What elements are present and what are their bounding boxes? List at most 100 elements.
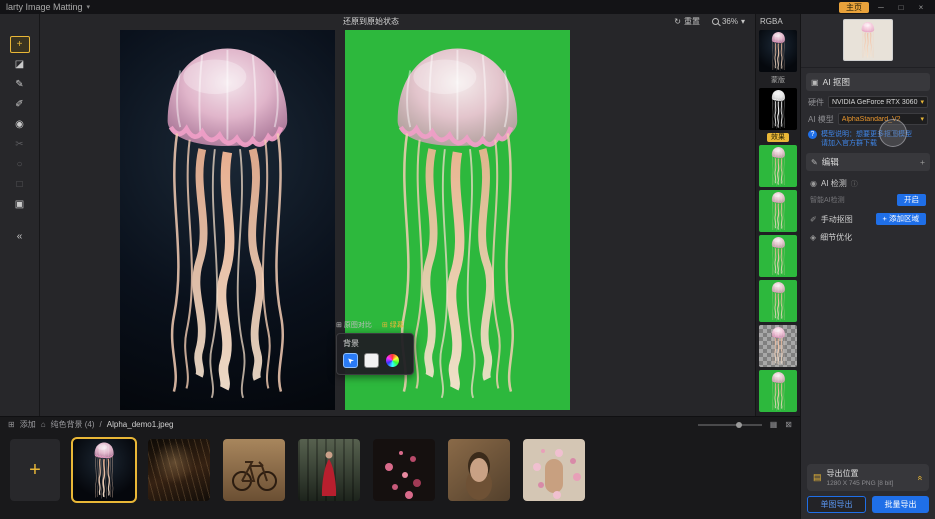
add-region-button[interactable]: + 添加区域	[876, 213, 926, 225]
tool-sidebar: + ◪ ✎ ✐ ◉ ✂ ○ □ ▣ «	[0, 14, 40, 416]
jellyfish-preview-art	[858, 21, 878, 59]
hardware-label: 硬件	[808, 97, 824, 108]
collapse-toolbar-icon[interactable]: «	[10, 228, 30, 245]
zoom-caret-icon: ▾	[741, 17, 745, 26]
hardware-select[interactable]: NVIDIA GeForce RTX 3060 ▾	[828, 96, 928, 108]
original-image[interactable]	[120, 30, 335, 410]
background-picker: ⊞ 原图对比 ⊞ 绿幕 背景 ➤	[336, 320, 414, 375]
preview-section	[801, 14, 935, 68]
watermark-logo: ◐	[879, 119, 907, 147]
layout-toggle-icon[interactable]: ▦	[770, 420, 778, 429]
tab-compare-original[interactable]: ⊞ 原图对比	[336, 320, 372, 330]
result-thumbnail[interactable]	[759, 370, 797, 412]
color-wheel-swatch[interactable]	[385, 353, 400, 368]
result-thumbnail[interactable]	[759, 190, 797, 232]
filmstrip-thumb-jellyfish[interactable]	[73, 439, 135, 501]
eyedropper-tool-icon[interactable]: ◉	[10, 116, 30, 133]
selection-preview-thumbnail[interactable]	[843, 19, 893, 61]
folder-icon: ▤	[813, 472, 822, 483]
filmstrip-thumb-woman-flowers-dark[interactable]	[373, 439, 435, 501]
minimize-icon[interactable]: ─	[873, 3, 889, 12]
ai-detect-info-icon[interactable]: ⓘ	[851, 179, 858, 189]
pick-color-swatch[interactable]: ➤	[343, 353, 358, 368]
batch-export-button[interactable]: 批量导出	[872, 496, 929, 513]
brush-tool-icon[interactable]: ✐	[10, 96, 30, 113]
detail-optimize-row[interactable]: ◈ 细节优化	[810, 232, 926, 243]
reset-view-button[interactable]: ↻ 重置	[674, 16, 700, 27]
settings-panel: ▣ AI 抠图 硬件 NVIDIA GeForce RTX 3060 ▾ AI …	[800, 14, 935, 519]
jellyfish-original-art	[133, 39, 322, 401]
original-thumbnail[interactable]	[759, 30, 797, 72]
ai-detect-row[interactable]: ◉ AI 检测 ⓘ	[810, 178, 926, 189]
background-panel-title: 背景	[343, 338, 407, 349]
panel-grid-icon[interactable]: ⊞	[8, 420, 15, 429]
mask-label[interactable]: 蒙版	[771, 75, 785, 85]
ai-detect-enable-button[interactable]: 开启	[897, 194, 926, 206]
canvas-toolbar: 还原到原始状态 ↻ 重置 36% ▾	[40, 16, 755, 27]
rect-tool-icon[interactable]: □	[10, 176, 30, 193]
edit-add-icon[interactable]: +	[920, 157, 925, 167]
transparent-result-thumbnail[interactable]	[759, 325, 797, 367]
canvas-area: 还原到原始状态 ↻ 重置 36% ▾	[40, 14, 755, 416]
detail-optimize-label: 细节优化	[820, 232, 852, 243]
result-thumbnail[interactable]	[759, 235, 797, 277]
mask-thumbnail[interactable]	[759, 88, 797, 130]
bicycle-art	[223, 439, 285, 501]
model-help-row: ? 模型说明：想要更多抠图模型 请加入官方群下载	[808, 130, 928, 148]
ai-matting-section-header[interactable]: ▣ AI 抠图	[806, 73, 930, 91]
hardware-value: NVIDIA GeForce RTX 3060	[832, 99, 918, 106]
breadcrumb-file[interactable]: Alpha_demo1.jpeg	[107, 420, 174, 429]
model-row: AI 模型 AlphaStandard_V2 ▾	[808, 113, 928, 125]
pen-tool-icon[interactable]: ✎	[10, 76, 30, 93]
result-thumbnail[interactable]	[759, 145, 797, 187]
pointer-icon: ➤	[345, 355, 356, 366]
white-background-swatch[interactable]	[364, 353, 379, 368]
tab-green-screen[interactable]: ⊞ 绿幕	[382, 320, 404, 330]
home-button[interactable]: 主页	[839, 2, 869, 13]
app-menu-caret-icon[interactable]: ▾	[87, 3, 91, 11]
jellyfish-result-art	[768, 281, 789, 321]
collapse-export-icon[interactable]: «	[915, 475, 925, 480]
ai-detect-label: AI 检测	[821, 178, 847, 189]
filmstrip-thumb-woman-red-dress[interactable]	[298, 439, 360, 501]
breadcrumb-folder[interactable]: 纯色背景 (4)	[51, 419, 95, 430]
zoom-control[interactable]: 36% ▾	[712, 17, 745, 26]
single-export-button[interactable]: 单图导出	[807, 496, 866, 513]
maximize-icon[interactable]: □	[893, 3, 909, 12]
magnifier-icon	[712, 18, 719, 25]
filmstrip-thumb-tree-roots[interactable]	[148, 439, 210, 501]
scissors-tool-icon[interactable]: ✂	[10, 136, 30, 153]
ai-detect-icon: ◉	[810, 179, 817, 188]
frame-tool-icon[interactable]: ▣	[10, 196, 30, 213]
filmstrip-thumb-bicycle[interactable]	[223, 439, 285, 501]
close-icon[interactable]: ×	[913, 3, 929, 12]
home-folder-icon[interactable]: ⌂	[41, 420, 46, 429]
delete-icon[interactable]: ⊠	[785, 420, 792, 429]
result-thumbnail[interactable]	[759, 280, 797, 322]
manual-matting-label: 手动抠图	[821, 214, 853, 225]
panel-spacer	[801, 243, 935, 464]
channel-label[interactable]: RGBA	[760, 17, 783, 26]
result-label[interactable]: 效果	[767, 133, 789, 142]
export-location-box[interactable]: ▤ 导出位置 1280 X 745 PNG [8 bit] «	[807, 464, 929, 491]
jellyfish-filmstrip-art	[89, 441, 119, 499]
breadcrumb-row: ⊞ 添加 ⌂ 纯色背景 (4) / Alpha_demo1.jpeg ▦ ⊠	[0, 417, 800, 432]
title-bar: larty Image Matting ▾ 主页 ─ □ ×	[0, 0, 935, 14]
filmstrip-thumb-woman-portrait[interactable]	[448, 439, 510, 501]
slider-knob[interactable]	[736, 422, 742, 428]
add-image-button[interactable]: +	[10, 439, 60, 501]
eraser-tool-icon[interactable]: ◪	[10, 56, 30, 73]
roses-figure-art	[545, 459, 563, 493]
edit-section-header[interactable]: ✎ 编辑 +	[806, 153, 930, 171]
filmstrip-thumb-woman-roses[interactable]	[523, 439, 585, 501]
jellyfish-result-art	[768, 191, 789, 231]
thumbnail-size-slider[interactable]	[698, 424, 762, 426]
manual-matting-row[interactable]: ✐ 手动抠图 + 添加区域	[810, 213, 926, 225]
ellipse-tool-icon[interactable]: ○	[10, 156, 30, 173]
background-panel: 背景 ➤	[336, 333, 414, 375]
move-tool-icon[interactable]: +	[10, 36, 30, 53]
filmstrip: +	[0, 432, 800, 508]
help-icon[interactable]: ?	[808, 130, 817, 139]
canvas-status-text: 还原到原始状态	[343, 16, 399, 27]
roses-dots-art	[541, 449, 545, 453]
